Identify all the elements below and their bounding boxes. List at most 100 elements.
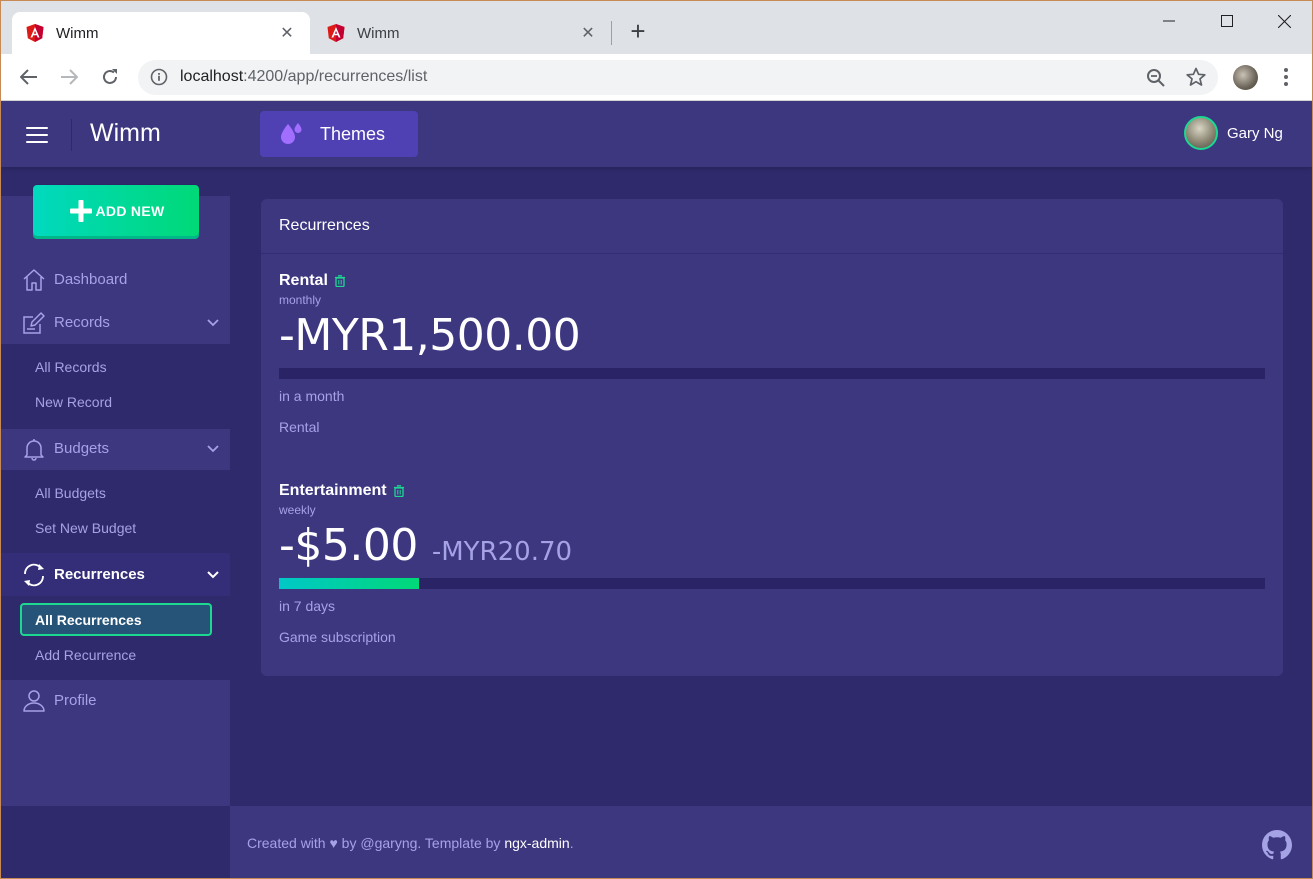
sidebar-subitem-all-budgets[interactable]: All Budgets [20,476,212,509]
sync-icon [21,562,47,588]
recurrences-card: Recurrences Rental monthly -MYR1,500.00 [261,199,1283,676]
sidebar-item-label: Records [54,314,110,331]
sidebar: Dashboard Records All Records New Record [1,196,230,806]
github-icon[interactable] [1262,830,1292,860]
trash-icon[interactable] [393,485,405,497]
bell-icon [21,436,47,462]
header-divider [71,119,72,151]
url-path: :4200/app/recurrences/list [243,68,428,85]
recurrence-frequency: monthly [279,293,322,307]
recurrence-progress-bar [279,578,1265,589]
app-logo[interactable]: Wimm [90,119,161,148]
sidebar-item-records[interactable]: Records [1,301,230,344]
angular-icon [26,24,44,42]
card-title: Recurrences [261,199,1283,254]
sidebar-subitem-all-records[interactable]: All Records [20,350,212,383]
heart-icon: ♥ [329,835,338,851]
browser-toolbar: localhost:4200/app/recurrences/list [1,54,1312,101]
footer-prefix: Created with [247,835,330,851]
star-icon[interactable] [1186,67,1206,87]
chevron-down-icon[interactable] [206,442,220,456]
address-bar[interactable]: localhost:4200/app/recurrences/list [138,60,1218,95]
footer-author: @garyng [360,835,418,851]
home-icon [21,267,47,293]
user-menu[interactable]: Gary Ng [1184,116,1283,150]
close-icon[interactable]: ✕ [579,23,597,43]
minimize-icon[interactable] [1157,9,1181,33]
browser-profile-avatar[interactable] [1233,65,1258,90]
close-icon[interactable]: ✕ [278,23,296,43]
info-icon[interactable] [150,68,168,86]
sidebar-item-label: Profile [54,692,97,709]
themes-button[interactable]: Themes [260,111,418,157]
reload-icon[interactable] [98,65,122,89]
browser-window: Wimm ✕ Wimm ✕ + localhost:4200/app/recur… [0,0,1313,879]
edit-icon [21,310,47,336]
recurrence-description: Rental [279,419,320,435]
sidebar-item-label: Budgets [54,440,110,457]
tab-separator [611,21,612,45]
new-tab-button[interactable]: + [625,18,651,45]
ngx-admin-link[interactable]: ngx-admin [504,835,569,851]
tab-title: Wimm [357,24,400,42]
recurrence-due-text: in a month [279,388,345,404]
user-name[interactable]: Gary Ng [1227,125,1283,142]
recurrence-converted-amount: -MYR20.70 [431,537,573,567]
recurrence-item: Entertainment weekly -$5.00 -MYR20.70 in… [279,482,1265,652]
zoom-icon[interactable] [1146,68,1166,88]
sidebar-item-label: Dashboard [54,271,128,288]
angular-icon [327,24,345,42]
back-arrow-icon[interactable] [17,65,41,89]
recurrence-amount: -$5.00 [279,520,418,571]
window-close-icon[interactable] [1272,9,1296,33]
footer-mid: . Template by [417,835,505,851]
droplet-icon [281,123,302,144]
avatar[interactable] [1184,116,1218,150]
tab-title: Wimm [56,24,99,42]
plus-icon [69,199,92,222]
recurrence-amount: -MYR1,500.00 [279,310,581,361]
footer-credits: Created with ♥ by @garyng. Template by n… [247,835,574,851]
sidebar-item-budgets[interactable]: Budgets [1,427,230,470]
url-host: localhost [180,68,244,85]
url-text[interactable]: localhost:4200/app/recurrences/list [180,68,427,86]
recurrence-description: Game subscription [279,629,396,645]
browser-tabstrip: Wimm ✕ Wimm ✕ + [1,1,1312,54]
app-footer: Created with ♥ by @garyng. Template by n… [230,806,1312,878]
recurrences-submenu: All Recurrences Add Recurrence [1,596,230,680]
person-icon [21,688,47,714]
recurrence-due-text: in 7 days [279,598,336,614]
sidebar-subitem-set-new-budget[interactable]: Set New Budget [20,511,212,544]
footer-suffix: . [569,835,574,851]
themes-label: Themes [320,123,386,144]
maximize-icon[interactable] [1215,9,1239,33]
recurrence-item: Rental monthly -MYR1,500.00 in a month R… [279,272,1265,442]
recurrence-progress-bar [279,368,1265,379]
browser-menu-icon[interactable] [1277,65,1295,89]
footer-by: by [337,835,361,851]
recurrence-frequency: weekly [279,503,316,517]
sidebar-item-dashboard[interactable]: Dashboard [1,258,230,301]
sidebar-item-label: Recurrences [54,566,145,583]
app-header: Wimm Themes Gary Ng [1,101,1312,167]
sidebar-item-recurrences[interactable]: Recurrences [1,553,230,596]
browser-tab-inactive[interactable]: Wimm ✕ [313,12,611,54]
forward-arrow-icon[interactable] [57,65,81,89]
progress-fill [279,578,419,589]
sidebar-item-profile[interactable]: Profile [1,679,230,722]
sidebar-subitem-add-recurrence[interactable]: Add Recurrence [20,638,212,671]
trash-icon[interactable] [334,275,346,287]
chevron-down-icon[interactable] [206,316,220,330]
chevron-down-icon[interactable] [206,568,220,582]
hamburger-menu-icon[interactable] [26,127,48,143]
sidebar-subitem-new-record[interactable]: New Record [20,385,212,418]
records-submenu: All Records New Record [1,344,230,429]
recurrence-title: Entertainment [279,482,387,499]
add-new-button[interactable]: ADD NEW [33,185,199,236]
sidebar-subitem-all-recurrences[interactable]: All Recurrences [20,603,212,636]
add-new-label: ADD NEW [95,202,165,219]
browser-tab-active[interactable]: Wimm ✕ [12,12,310,54]
recurrence-title: Rental [279,272,328,289]
budgets-submenu: All Budgets Set New Budget [1,470,230,555]
app-root: Wimm Themes Gary Ng Dashboard Records Al… [1,101,1312,878]
